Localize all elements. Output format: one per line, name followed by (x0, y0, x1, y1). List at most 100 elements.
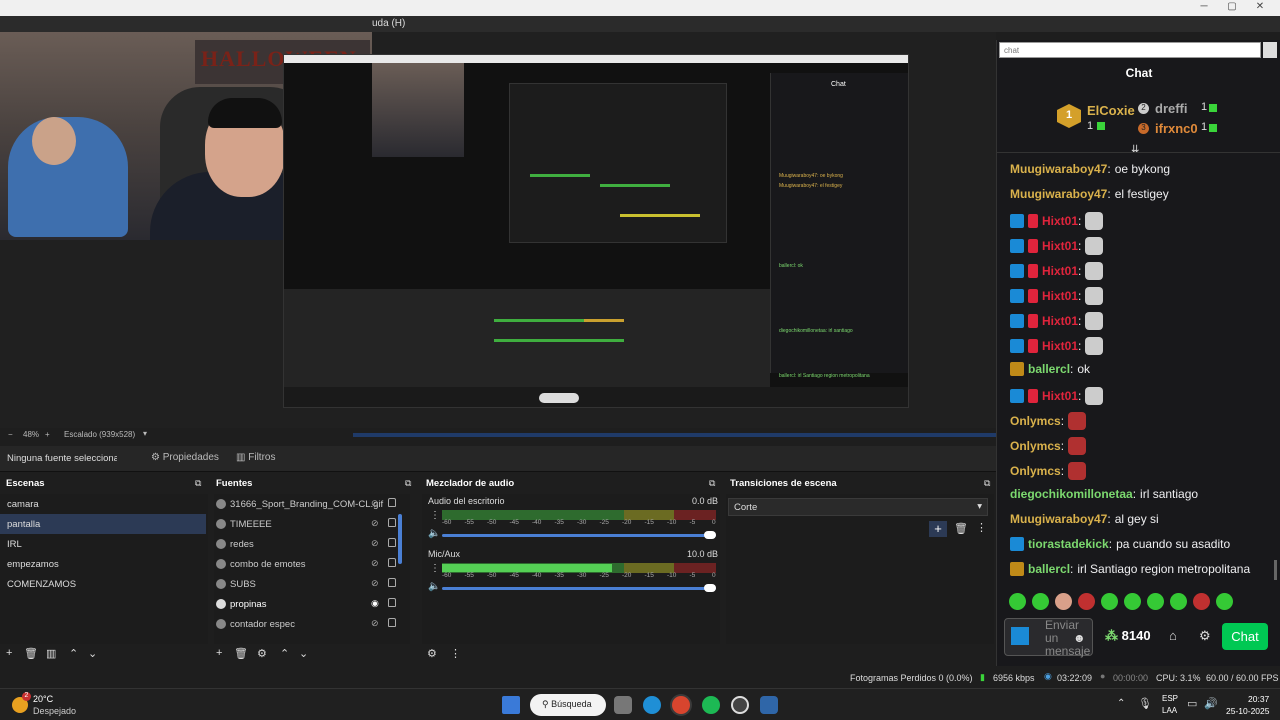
minimize-icon[interactable]: ─ (1194, 1, 1214, 12)
edge-icon[interactable] (643, 696, 661, 714)
speaker-icon[interactable]: 🔈 (428, 581, 440, 592)
source-item[interactable]: propinas ◉ (214, 594, 409, 614)
lock-icon[interactable] (388, 618, 396, 627)
add-icon[interactable]: + (216, 647, 222, 659)
emote-icon[interactable] (1078, 593, 1095, 610)
obs-preview[interactable]: HALLOWEEN Chat Muugiwaraboy47: oe bykong… (0, 32, 996, 428)
sources-scrollbar[interactable] (398, 514, 402, 564)
eye-hidden-icon[interactable]: ⊘ (371, 618, 379, 629)
filter-icon[interactable]: ▥ (46, 647, 56, 660)
lock-icon[interactable] (388, 518, 396, 527)
speaker-icon[interactable]: 🔈 (428, 528, 440, 539)
chat-username[interactable]: Muugiwaraboy47 (1010, 162, 1107, 176)
kebab-icon[interactable]: ⋮ (430, 563, 440, 574)
lock-icon[interactable] (388, 598, 396, 607)
chat-username[interactable]: Hixt01 (1042, 389, 1078, 403)
chat-username[interactable]: Hixt01 (1042, 239, 1078, 253)
taskbar-search[interactable]: ⚲ Búsqueda (530, 694, 606, 716)
chat-username[interactable]: Muugiwaraboy47 (1010, 512, 1107, 526)
zoom-minus[interactable]: − (8, 430, 13, 439)
trash-icon[interactable]: 🗑 (24, 647, 38, 660)
chevron-up-icon[interactable]: ⌃ (69, 647, 78, 660)
source-item[interactable]: redes ⊘ (214, 534, 409, 554)
chat-username[interactable]: Hixt01 (1042, 314, 1078, 328)
volume-slider[interactable] (442, 587, 716, 590)
emote-icon[interactable] (1216, 593, 1233, 610)
emote-icon[interactable] (1193, 593, 1210, 610)
source-item[interactable]: contador espec ⊘ (214, 614, 409, 634)
chat-scrollbar[interactable] (1274, 560, 1277, 580)
chevron-down-icon[interactable]: ⌄ (88, 647, 97, 660)
eye-hidden-icon[interactable]: ⊘ (371, 578, 379, 589)
eye-hidden-icon[interactable]: ⊘ (371, 498, 379, 509)
store-icon[interactable]: ⌂ (1169, 628, 1177, 643)
emote-icon[interactable] (1124, 593, 1141, 610)
clock-date[interactable]: 25-10-2025 (1226, 706, 1269, 716)
menu-help[interactable]: uda (H) (372, 18, 405, 29)
eye-hidden-icon[interactable]: ⊘ (371, 518, 379, 529)
chat-username[interactable]: Muugiwaraboy47 (1010, 187, 1107, 201)
source-item[interactable]: TIMEEEE ⊘ (214, 514, 409, 534)
dock-menu-icon[interactable]: ⧉ (195, 478, 201, 489)
kebab-icon[interactable]: ⋮ (430, 510, 440, 521)
windows-start-icon[interactable] (502, 696, 520, 714)
source-item[interactable]: 31666_Sport_Branding_COM-CL.gif ⊘ (214, 494, 409, 514)
scene-item[interactable]: camara (0, 494, 208, 514)
spotify-icon[interactable] (702, 696, 720, 714)
file-explorer-icon[interactable] (614, 696, 632, 714)
emote-icon[interactable] (1170, 593, 1187, 610)
chevron-up-icon[interactable]: ⌃ (280, 647, 289, 660)
add-icon[interactable]: + (6, 647, 12, 659)
eye-hidden-icon[interactable]: ⊘ (371, 538, 379, 549)
language-code[interactable]: ESP (1162, 694, 1178, 703)
kebab-icon[interactable]: ⋮ (976, 521, 987, 534)
dock-menu-icon[interactable]: ⧉ (405, 478, 411, 489)
filters-button[interactable]: ▥ Filtros (236, 452, 275, 463)
chevron-up-icon[interactable]: ⌃ (1117, 698, 1125, 709)
channel-points[interactable]: ⁂ 8140 (1105, 628, 1151, 644)
chat-username[interactable]: ballercl (1028, 562, 1070, 576)
chevron-down-icon[interactable]: ⌄ (299, 647, 308, 660)
language-layout[interactable]: LAA (1162, 706, 1177, 715)
chat-username[interactable]: Hixt01 (1042, 264, 1078, 278)
dock-menu-icon[interactable]: ⧉ (709, 478, 715, 489)
gear-icon[interactable]: ⚙ (427, 647, 437, 660)
obs-icon[interactable] (731, 696, 749, 714)
chat-username[interactable]: tiorastadekick (1028, 537, 1109, 551)
network-icon[interactable]: ▭ (1187, 697, 1197, 710)
chat-input[interactable]: Enviar un mensaje ☻ (1004, 618, 1093, 658)
chat-username[interactable]: Onlymcs (1010, 464, 1061, 478)
chat-address-field[interactable]: chat (999, 42, 1261, 58)
source-item[interactable]: combo de emotes ⊘ (214, 554, 409, 574)
lock-icon[interactable] (388, 498, 396, 507)
app-icon[interactable] (760, 696, 778, 714)
clock-time[interactable]: 20:37 (1248, 694, 1269, 704)
chat-username[interactable]: Onlymcs (1010, 414, 1061, 428)
add-icon[interactable]: + (929, 521, 947, 537)
scene-item[interactable]: IRL (0, 534, 208, 554)
kebab-icon[interactable]: ⋮ (450, 647, 461, 660)
source-item[interactable]: SUBS ⊘ (214, 574, 409, 594)
emote-icon[interactable] (1032, 593, 1049, 610)
chrome-icon[interactable] (672, 696, 690, 714)
leader-name[interactable]: dreffi (1155, 101, 1188, 116)
emote-icon[interactable] (1147, 593, 1164, 610)
preview-scrollbar[interactable] (353, 433, 996, 437)
volume-knob[interactable] (704, 531, 716, 539)
chat-username[interactable]: diegochikomillonetaa (1010, 487, 1133, 501)
chat-username[interactable]: ballercl (1028, 362, 1070, 376)
emote-icon[interactable] (1101, 593, 1118, 610)
chat-username[interactable]: Onlymcs (1010, 439, 1061, 453)
microphone-icon[interactable]: 🎙 (1138, 697, 1152, 710)
dock-menu-icon[interactable]: ⧉ (984, 478, 990, 489)
lock-icon[interactable] (388, 538, 396, 547)
trash-icon[interactable]: 🗑 (234, 647, 248, 660)
emote-icon[interactable] (1009, 593, 1026, 610)
volume-icon[interactable]: 🔊 (1204, 697, 1218, 710)
lock-icon[interactable] (388, 578, 396, 587)
close-icon[interactable] (1263, 42, 1277, 58)
transition-select[interactable]: Corte ▾ (728, 498, 988, 516)
trash-icon[interactable]: 🗑 (954, 522, 968, 535)
chat-username[interactable]: Hixt01 (1042, 289, 1078, 303)
zoom-plus[interactable]: + (45, 430, 50, 439)
